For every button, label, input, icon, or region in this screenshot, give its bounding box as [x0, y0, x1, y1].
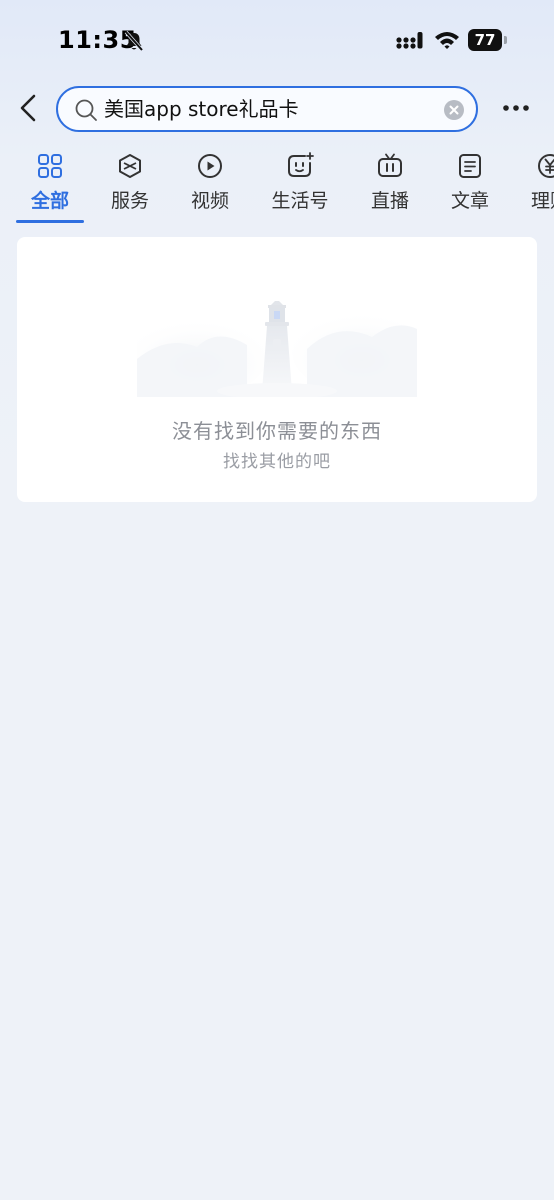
- search-icon: [75, 99, 97, 121]
- tab-label: 服务: [110, 190, 149, 212]
- tab-videos[interactable]: 视频: [170, 144, 250, 222]
- tab-life-account[interactable]: 生活号: [260, 144, 340, 222]
- battery-tip: [504, 36, 507, 44]
- empty-state-title: 没有找到你需要的东西: [172, 419, 382, 443]
- search-bar[interactable]: [56, 86, 478, 132]
- back-arrow-icon[interactable]: [14, 90, 44, 126]
- service-cube-icon: [119, 154, 141, 178]
- article-icon: [459, 154, 481, 178]
- tab-label: 文章: [450, 190, 489, 212]
- category-tabs: 全部 服务 视频 生活号 直播 文章 理: [0, 144, 554, 226]
- tab-label: 生活号: [271, 190, 329, 212]
- tab-label: 直播: [370, 190, 409, 212]
- empty-result-card: 没有找到你需要的东西 找找其他的吧: [17, 237, 537, 502]
- silent-bell-icon: [124, 30, 144, 52]
- yuan-coin-icon: [538, 154, 554, 178]
- wifi-icon: [435, 32, 459, 49]
- status-bar: 11:35 77: [0, 0, 554, 82]
- lighthouse-icon: [137, 301, 417, 397]
- battery-level: 77: [468, 29, 502, 51]
- clear-search-button[interactable]: [444, 100, 464, 120]
- empty-state-subtitle: 找找其他的吧: [223, 452, 331, 472]
- cellular-signal-icon: [396, 32, 423, 49]
- more-options-icon[interactable]: [498, 96, 534, 120]
- tv-live-icon: [378, 153, 402, 177]
- search-input[interactable]: [104, 88, 434, 130]
- play-circle-icon: [198, 154, 222, 178]
- active-tab-indicator: [16, 220, 84, 223]
- tab-label: 理财: [530, 190, 554, 212]
- grid-icon: [38, 154, 62, 178]
- tab-finance[interactable]: 理财: [510, 144, 554, 222]
- tab-label: 视频: [190, 190, 229, 212]
- tab-services[interactable]: 服务: [90, 144, 170, 222]
- tab-articles[interactable]: 文章: [430, 144, 510, 222]
- battery-indicator: 77: [468, 29, 510, 51]
- life-account-icon: [288, 152, 314, 177]
- tab-live[interactable]: 直播: [350, 144, 430, 222]
- tab-all[interactable]: 全部: [10, 144, 90, 222]
- tab-label: 全部: [30, 190, 69, 212]
- close-icon: [449, 105, 459, 115]
